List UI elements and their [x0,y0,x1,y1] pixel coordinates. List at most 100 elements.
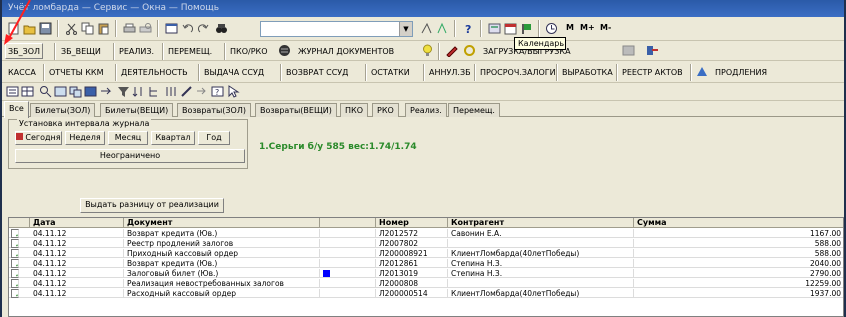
table-icon[interactable] [20,84,35,99]
preview-icon[interactable] [138,21,153,36]
cell-mark [320,259,376,268]
list-icon[interactable] [5,84,20,99]
copy-record-icon[interactable] [68,84,83,99]
header-date[interactable]: Дата [30,218,124,228]
add-record-icon[interactable] [53,84,68,99]
calendar-tooltip: Календарь [514,37,566,50]
flag-icon[interactable] [519,21,534,36]
tab-pko[interactable]: ПКО [340,103,368,117]
copy-icon[interactable] [80,21,95,36]
week-button[interactable]: Неделя [65,131,105,145]
journal-grid[interactable]: Дата Документ Номер Контрагент Сумма ✓ 04… [8,217,844,317]
table-row[interactable]: ✓ 04.11.12Возврат кредита (Юв.) Л2012572Са… [9,229,843,238]
header-counterparty[interactable]: Контрагент [448,218,634,228]
issue-loans-button[interactable]: ВЫДАЧА ССУД [201,64,267,80]
find-icon[interactable] [419,21,434,36]
memory-plus-button[interactable]: M+ [580,23,595,32]
header-sum[interactable]: Сумма [634,218,843,228]
row-checkbox[interactable]: ✓ [11,269,19,278]
tab-realiz[interactable]: Реализ. [405,103,447,117]
binoculars-icon[interactable] [214,21,229,36]
pointer-help-icon[interactable] [226,84,241,99]
sort-icon[interactable] [131,84,146,99]
zb-veshchi-button[interactable]: ЗБ_ВЕЩИ [58,43,104,59]
tab-rko[interactable]: РКО [372,103,399,117]
pen-icon[interactable] [444,43,459,58]
row-checkbox[interactable]: ✓ [11,289,19,298]
chevron-down-icon[interactable]: ▼ [399,22,412,36]
table-row[interactable]: ✓ 04.11.12Возврат кредита (Юв.) Л2012861Ст… [9,259,843,268]
header-flag[interactable] [320,218,376,228]
activity-button[interactable]: ДЕЯТЕЛЬНОСТЬ [118,64,191,80]
header-document[interactable]: Документ [124,218,320,228]
next-icon[interactable] [194,84,209,99]
extensions-icon[interactable] [694,64,709,79]
tree-icon[interactable] [146,84,161,99]
exit-icon[interactable] [645,43,660,58]
cell-agent: КлиентЛомбарда(40летПобеды) [448,249,634,258]
peremeshch-button[interactable]: ПЕРЕМЕЩ. [165,43,215,59]
extensions-button[interactable]: ПРОДЛЕНИЯ [712,64,770,80]
quarter-button[interactable]: Квартал [151,131,195,145]
table-row[interactable]: ✓ 04.11.12Реализация невостребованных зал… [9,279,843,288]
print-icon[interactable] [122,21,137,36]
row-checkbox[interactable]: ✓ [11,259,19,268]
filter-icon[interactable] [116,84,131,99]
grey-box-icon[interactable] [621,43,636,58]
find-record-icon[interactable] [38,84,53,99]
realiz-button[interactable]: РЕАЛИЗ. [116,43,157,59]
refresh-icon[interactable] [462,43,477,58]
calendar-icon[interactable] [503,21,518,36]
memory-button[interactable]: M [566,23,574,32]
tab-peremeshch[interactable]: Перемещ. [448,103,500,117]
acts-registry-button[interactable]: РЕЕСТР АКТОВ [619,64,686,80]
unlimited-button[interactable]: Неограничено [15,149,245,163]
annul-zb-button[interactable]: АННУЛ.ЗБ [426,64,474,80]
cut-icon[interactable] [64,21,79,36]
month-button[interactable]: Месяц [108,131,148,145]
search-combo[interactable]: ▼ [260,21,413,37]
overdue-pledges-button[interactable]: ПРОСРОЧ.ЗАЛОГИ [477,64,559,80]
return-loans-button[interactable]: ВОЗВРАТ ССУД [283,64,351,80]
calculator-icon[interactable] [487,21,502,36]
header-number[interactable]: Номер [376,218,448,228]
columns-icon[interactable] [164,84,179,99]
pko-rko-button[interactable]: ПКО/РКО [227,43,271,59]
table-row[interactable]: ✓ 04.11.12Залоговый билет (Юв.) Л2013019Ст… [9,269,843,278]
table-row[interactable]: ✓ 04.11.12Приходный кассовый ордер Л200008… [9,249,843,258]
redo-icon[interactable] [196,21,211,36]
tab-tickets-things[interactable]: Билеты(ВЕЩИ) [100,103,174,117]
clock-icon[interactable] [544,21,559,36]
table-row[interactable]: ✓ 04.11.12Реестр продлений залогов Л200780… [9,239,843,248]
row-checkbox[interactable]: ✓ [11,239,19,248]
edit-record-icon[interactable] [83,84,98,99]
help-record-icon[interactable]: ? [210,84,225,99]
output-button[interactable]: ВЫРАБОТКА [559,64,616,80]
globe-icon[interactable] [277,43,292,58]
window-icon[interactable] [164,21,179,36]
tab-returns-things[interactable]: Возвраты(ВЕЩИ) [255,103,337,117]
undo-icon[interactable] [180,21,195,36]
help-icon[interactable]: ? [461,21,476,36]
row-checkbox[interactable]: ✓ [11,249,19,258]
replace-icon[interactable] [435,21,450,36]
balances-button[interactable]: ОСТАТКИ [368,64,413,80]
journal-button[interactable]: ЖУРНАЛ ДОКУМЕНТОВ [295,43,397,59]
paste-icon[interactable] [96,21,111,36]
memory-minus-button[interactable]: M- [600,23,611,32]
kkm-reports-button[interactable]: ОТЧЕТЫ ККМ [46,64,106,80]
lightbulb-icon[interactable] [420,43,435,58]
zb-zol-button[interactable]: ЗБ_ЗОЛ [5,43,44,59]
delete-record-icon[interactable] [98,84,113,99]
tab-all[interactable]: Все [4,101,29,118]
issue-difference-button[interactable]: Выдать разницу от реализации [80,198,224,213]
tab-tickets-gold[interactable]: Билеты(ЗОЛ) [30,103,96,117]
kassa-button[interactable]: КАССА [5,64,39,80]
today-button[interactable]: Сегодня [15,131,62,145]
settings-icon[interactable] [179,84,194,99]
tab-returns-gold[interactable]: Возвраты(ЗОЛ) [177,103,251,117]
row-checkbox[interactable]: ✓ [11,229,19,238]
year-button[interactable]: Год [198,131,230,145]
table-row[interactable]: ✓ 04.11.12Расходный кассовый ордер Л200000… [9,289,843,298]
row-checkbox[interactable]: ✓ [11,279,19,288]
